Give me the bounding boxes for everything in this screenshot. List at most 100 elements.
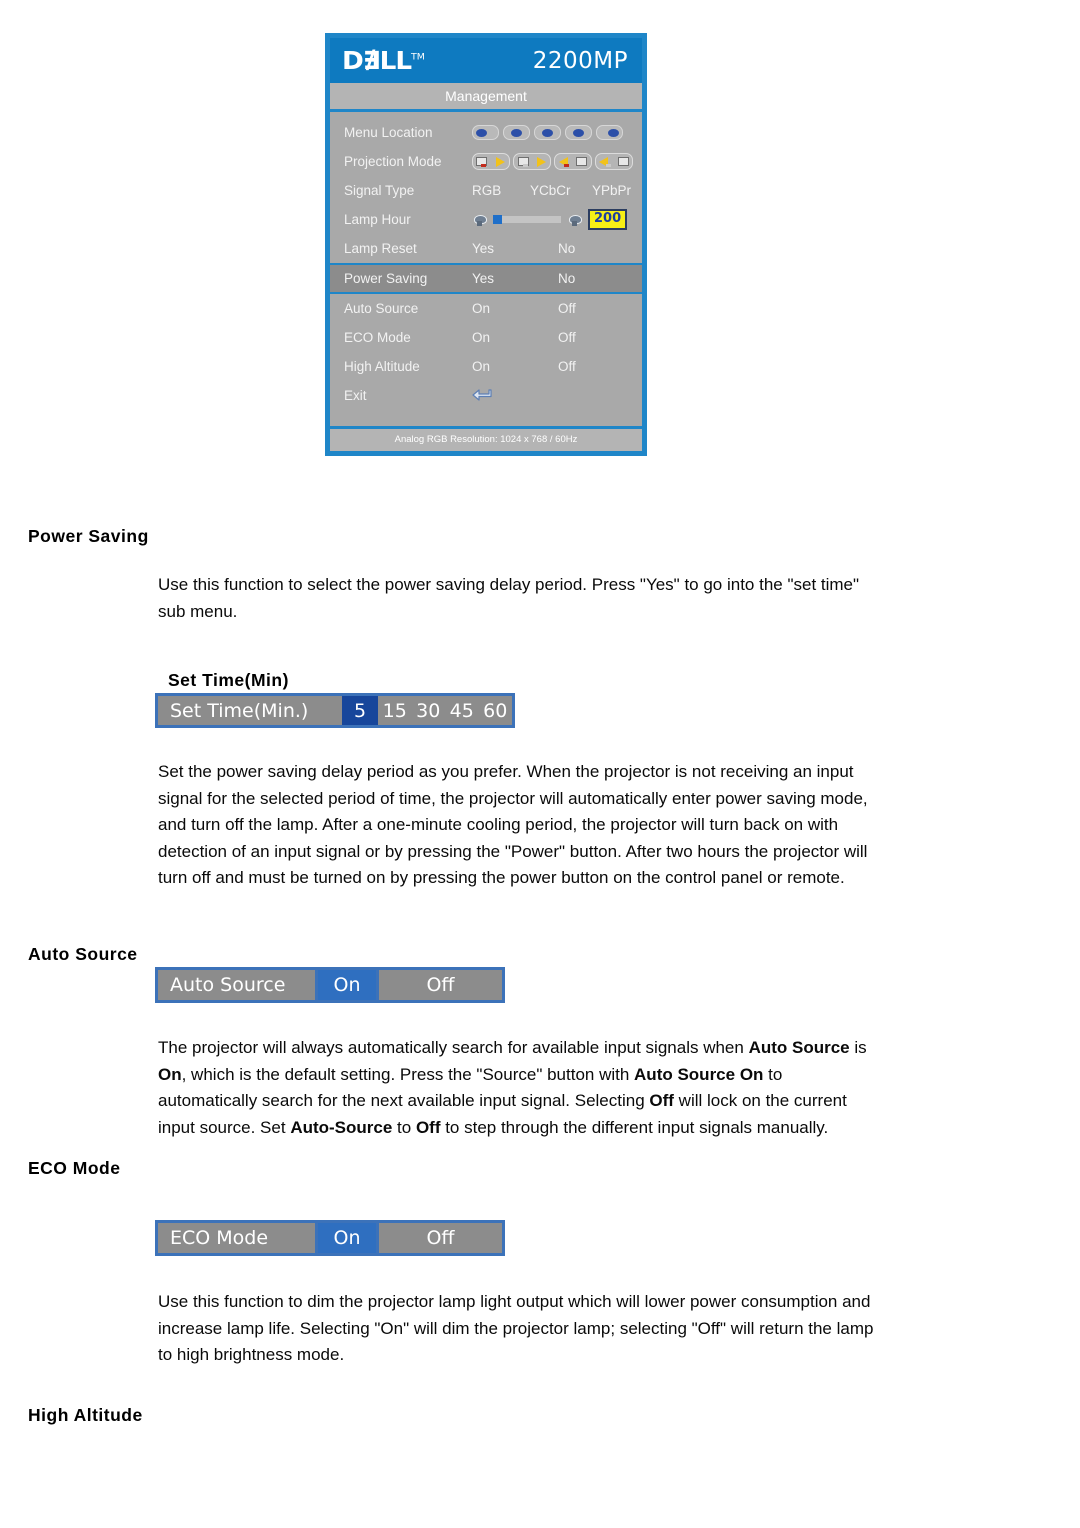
emphasized-term: Auto Source: [748, 1038, 850, 1057]
menu-location-icon-top-left[interactable]: [503, 125, 530, 140]
osd-menu-subtitle: Management: [330, 83, 642, 112]
projection-mode-icon-rear-ceiling[interactable]: [595, 153, 633, 170]
body-text: The projector will always automatically …: [158, 1038, 749, 1057]
menu-location-options[interactable]: [472, 125, 623, 140]
heading-set-time: Set Time(Min): [168, 669, 289, 690]
set-time-option-60[interactable]: 60: [478, 696, 512, 725]
signal-type-option-rgb[interactable]: RGB: [472, 183, 530, 198]
set-time-option-45[interactable]: 45: [445, 696, 479, 725]
heading-auto-source: Auto Source: [28, 943, 138, 964]
osd-label-signal-type: Signal Type: [344, 183, 415, 198]
eco-mode-option-off[interactable]: Off: [558, 330, 648, 345]
power-saving-option-no[interactable]: No: [558, 271, 648, 286]
osd-row-menu-location[interactable]: Menu Location: [330, 118, 642, 147]
set-time-option-5[interactable]: 5: [342, 696, 378, 725]
high-altitude-option-off[interactable]: Off: [558, 359, 648, 374]
lamp-reset-option-yes[interactable]: Yes: [472, 241, 558, 256]
lamp-hour-value: 200: [588, 209, 628, 230]
position-dot: [511, 129, 522, 137]
screen-glyph: [576, 157, 587, 166]
auto-source-widget-label: Auto Source: [158, 970, 315, 1000]
eco-mode-option-on[interactable]: On: [472, 330, 558, 345]
position-dot: [476, 129, 487, 137]
projector-glyph: [496, 157, 505, 167]
set-time-widget[interactable]: Set Time(Min.) 5 15 30 45 60: [155, 693, 515, 728]
emphasized-term: Off: [415, 1117, 441, 1137]
paragraph-power-saving: Use this function to select the power sa…: [158, 575, 860, 621]
auto-source-option-on[interactable]: On: [472, 301, 558, 316]
osd-label-auto-source: Auto Source: [344, 301, 419, 316]
projection-mode-options[interactable]: [472, 153, 633, 170]
screen-glyph: [618, 157, 629, 166]
emphasized-term: On: [158, 1064, 182, 1084]
base-glyph: [606, 164, 611, 167]
body-text: to step through the different input sign…: [440, 1117, 829, 1137]
osd-row-power-saving[interactable]: Power Saving Yes No: [330, 263, 642, 294]
auto-source-widget-off[interactable]: Off: [379, 970, 502, 1000]
eco-mode-widget-on[interactable]: On: [318, 1223, 376, 1253]
paragraph-eco-mode: Use this function to dim the projector l…: [158, 1292, 874, 1364]
osd-label-power-saving: Power Saving: [344, 271, 428, 286]
osd-row-eco-mode[interactable]: ECO Mode On Off: [330, 323, 642, 352]
position-dot: [573, 129, 584, 137]
lamp-icon-large: [567, 213, 582, 227]
auto-source-option-off[interactable]: Off: [558, 301, 648, 316]
menu-location-icon-bottom-right[interactable]: [596, 125, 623, 140]
osd-row-projection-mode[interactable]: Projection Mode: [330, 147, 642, 176]
body-text: to: [392, 1117, 416, 1137]
high-altitude-option-on[interactable]: On: [472, 359, 558, 374]
osd-row-lamp-hour[interactable]: Lamp Hour 200: [330, 205, 642, 234]
projector-glyph: [537, 157, 546, 167]
base-glyph: [564, 164, 569, 167]
auto-source-widget-on[interactable]: On: [318, 970, 376, 1000]
dell-logo: D∄LLTM: [342, 46, 425, 75]
osd-label-lamp-reset: Lamp Reset: [344, 241, 417, 256]
set-time-option-15[interactable]: 15: [378, 696, 412, 725]
eco-mode-widget[interactable]: ECO Mode On Off: [155, 1220, 505, 1256]
projector-model-name: 2200MP: [532, 47, 628, 74]
set-time-option-30[interactable]: 30: [411, 696, 445, 725]
body-text: , which is the default setting. Press th…: [181, 1064, 635, 1084]
osd-label-eco-mode: ECO Mode: [344, 330, 411, 345]
emphasized-term: Auto-Source: [290, 1117, 393, 1137]
osd-label-high-altitude: High Altitude: [344, 359, 420, 374]
position-dot: [608, 129, 619, 137]
trademark-mark: TM: [411, 52, 425, 63]
lamp-hour-control[interactable]: 200: [472, 209, 628, 230]
menu-location-icon-top-right[interactable]: [534, 125, 561, 140]
osd-row-auto-source[interactable]: Auto Source On Off: [330, 294, 642, 323]
projection-mode-icon-front[interactable]: [472, 153, 510, 170]
eco-mode-widget-label: ECO Mode: [158, 1223, 315, 1253]
osd-inner-panel: D∄LLTM 2200MP Management Menu Location P…: [330, 38, 642, 451]
eco-mode-widget-off[interactable]: Off: [379, 1223, 502, 1253]
osd-menu-screenshot: D∄LLTM 2200MP Management Menu Location P…: [325, 33, 647, 456]
emphasized-term: Auto Source On: [634, 1064, 764, 1084]
osd-row-high-altitude[interactable]: High Altitude On Off: [330, 352, 642, 381]
osd-row-exit[interactable]: Exit: [330, 381, 642, 410]
lamp-hour-slider[interactable]: [493, 215, 561, 224]
menu-location-icon-center[interactable]: [472, 125, 499, 140]
osd-footer-resolution: Analog RGB Resolution: 1024 x 768 / 60Hz: [330, 426, 642, 451]
heading-high-altitude: High Altitude: [28, 1404, 143, 1425]
slider-handle[interactable]: [493, 215, 502, 224]
projection-mode-icon-rear[interactable]: [513, 153, 551, 170]
osd-title-bar: D∄LLTM 2200MP: [330, 38, 642, 83]
osd-row-lamp-reset[interactable]: Lamp Reset Yes No: [330, 234, 642, 263]
set-time-widget-label: Set Time(Min.): [158, 696, 342, 725]
osd-label-menu-location: Menu Location: [344, 125, 433, 140]
signal-type-option-ypbpr[interactable]: YPbPr: [592, 183, 678, 198]
menu-location-icon-bottom-left[interactable]: [565, 125, 592, 140]
paragraph-set-time: Set the power saving delay period as you…: [158, 762, 868, 887]
paragraph-auto-source: The projector will always automatically …: [158, 1035, 878, 1141]
emphasized-term: Off: [649, 1091, 674, 1110]
base-glyph: [523, 164, 528, 167]
return-arrow-icon[interactable]: [472, 387, 498, 405]
power-saving-option-yes[interactable]: Yes: [472, 271, 558, 286]
lamp-reset-option-no[interactable]: No: [558, 241, 648, 256]
heading-power-saving: Power Saving: [28, 525, 149, 546]
osd-row-signal-type[interactable]: Signal Type RGB YCbCr YPbPr: [330, 176, 642, 205]
osd-label-exit: Exit: [344, 388, 367, 403]
projection-mode-icon-front-ceiling[interactable]: [554, 153, 592, 170]
auto-source-widget[interactable]: Auto Source On Off: [155, 967, 505, 1003]
signal-type-option-ycbcr[interactable]: YCbCr: [530, 183, 592, 198]
